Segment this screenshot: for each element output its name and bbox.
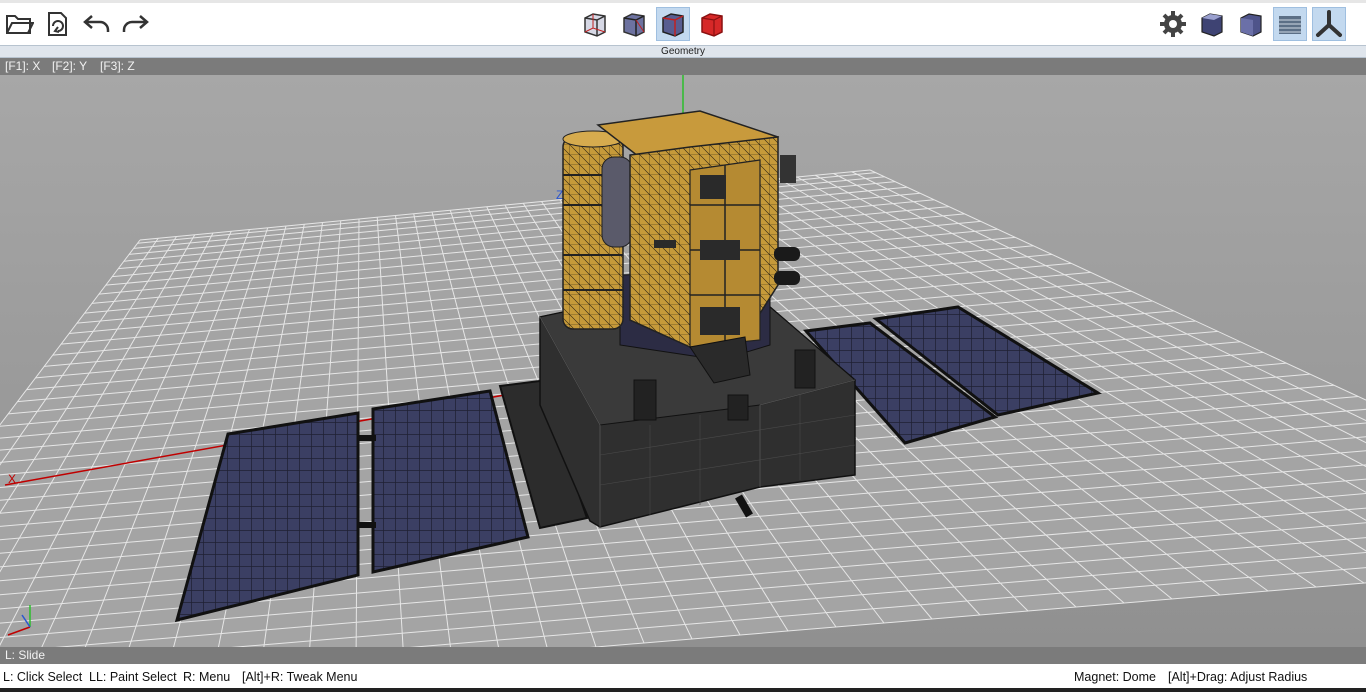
shaded-wireframe-mode-button[interactable]	[656, 7, 690, 41]
grid-plane-icon	[1279, 16, 1301, 34]
scene-canvas[interactable]: X Z	[0, 75, 1366, 647]
redo-button[interactable]	[118, 7, 152, 41]
wireframe-mode-button[interactable]	[578, 7, 612, 41]
faces-cube-icon	[623, 13, 645, 37]
slide-hint: L: Slide	[5, 648, 46, 662]
wireframe-faces-mode-button[interactable]	[617, 7, 651, 41]
axes-gizmo-icon	[1316, 10, 1342, 37]
import-button[interactable]	[40, 7, 74, 41]
axis-hint-bar: [F1]: X [F2]: Y [F3]: Z	[0, 58, 1366, 75]
status-click-select: L: Click Select	[3, 670, 83, 684]
shaded-cube-icon	[662, 13, 684, 37]
undo-button[interactable]	[80, 7, 114, 41]
viewport-title: Geometry	[0, 45, 1366, 58]
window-title: Geometry	[661, 46, 705, 57]
cube-flat-button[interactable]	[1234, 7, 1268, 41]
cube-flat-icon	[1240, 13, 1262, 37]
undo-icon	[83, 15, 110, 32]
main-toolbar	[0, 0, 1366, 45]
status-bar: L: Click Select LL: Paint Select R: Menu…	[0, 664, 1366, 692]
settings-button[interactable]	[1156, 7, 1190, 41]
import-icon	[48, 12, 67, 36]
grid-plane-button[interactable]	[1273, 7, 1307, 41]
wireframe-cube-icon	[584, 13, 606, 37]
axes-gizmo-button[interactable]	[1312, 7, 1346, 41]
hint-z: [F3]: Z	[100, 59, 135, 73]
fuel-cylinder[interactable]	[562, 130, 633, 330]
3d-viewport[interactable]: X Z	[0, 75, 1366, 647]
status-menu: R: Menu	[183, 670, 231, 684]
hint-x: [F1]: X	[5, 59, 41, 73]
hint-y: [F2]: Y	[52, 59, 88, 73]
z-axis-label: Z	[556, 188, 563, 202]
status-tweak-menu: [Alt]+R: Tweak Menu	[242, 670, 358, 684]
status-adjust-radius: [Alt]+Drag: Adjust Radius	[1168, 670, 1308, 684]
open-icon	[6, 15, 34, 34]
settings-icon	[1160, 11, 1186, 37]
cube-shaded-button[interactable]	[1195, 7, 1229, 41]
cube-shaded-icon	[1201, 13, 1223, 37]
solid-cube-icon	[701, 13, 723, 37]
status-magnet: Magnet: Dome	[1074, 670, 1156, 684]
slide-hint-bar: L: Slide	[0, 647, 1366, 664]
status-paint-select: LL: Paint Select	[89, 670, 177, 684]
x-axis-label: X	[8, 472, 16, 486]
open-button[interactable]	[2, 7, 36, 41]
redo-icon	[122, 15, 149, 32]
solid-mode-button[interactable]	[695, 7, 729, 41]
